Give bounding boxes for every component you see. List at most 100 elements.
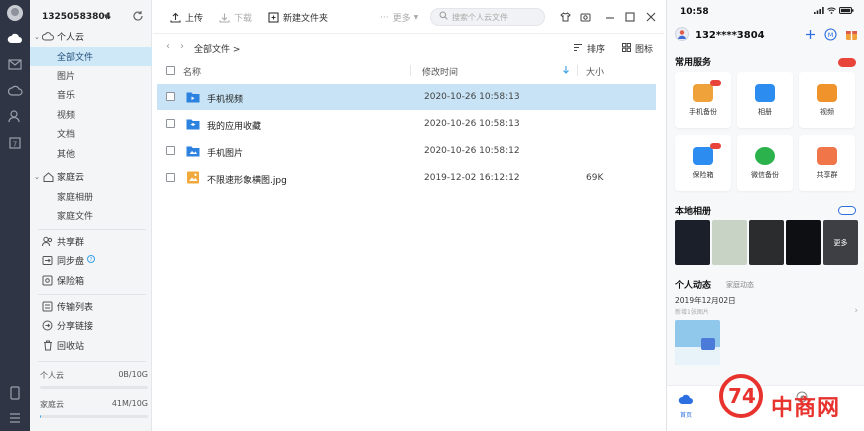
album-pill[interactable]	[838, 206, 856, 215]
album-more-tile[interactable]: 更多	[823, 220, 858, 265]
breadcrumb[interactable]: 全部文件 >	[194, 42, 240, 55]
sort-button[interactable]: 排序	[573, 42, 605, 55]
sidebar-item-pictures[interactable]: 图片	[30, 66, 152, 85]
service-album[interactable]: 相册	[737, 72, 793, 128]
activity-caption: 新增1张图片	[675, 309, 709, 316]
divider	[38, 361, 146, 362]
skin-icon[interactable]	[559, 10, 572, 23]
phone-time: 10:58	[680, 7, 709, 17]
safebox-icon	[42, 275, 53, 286]
gift-icon[interactable]	[845, 28, 858, 44]
upload-button[interactable]: 上传	[170, 11, 203, 24]
service-phone-backup[interactable]: 手机备份	[675, 72, 731, 128]
add-icon[interactable]	[805, 29, 816, 43]
sort-desc-icon[interactable]	[562, 65, 570, 77]
sidebar-item-documents[interactable]: 文档	[30, 124, 152, 143]
sidebar-item-safebox[interactable]: 保险箱	[30, 271, 152, 290]
row-checkbox[interactable]	[166, 146, 175, 155]
home-icon	[42, 171, 54, 183]
row-checkbox[interactable]	[166, 92, 175, 101]
service-shared-group[interactable]: 共享群	[799, 135, 855, 191]
vip-icon[interactable]: M	[824, 28, 837, 44]
contacts-icon[interactable]	[7, 108, 23, 124]
services-title: 常用服务	[675, 58, 712, 68]
personal-cloud-label: 个人云	[57, 33, 85, 43]
sidebar-item-other[interactable]: 其他	[30, 144, 152, 163]
new-folder-button[interactable]: 新建文件夹	[268, 11, 328, 24]
folder-sidebar: 13250583804 ▼ ⌄ 个人云 全部文件 图片 音乐 视频 文档 其他 …	[30, 0, 152, 431]
transfer-icon	[42, 301, 53, 312]
activity-title[interactable]: 个人动态	[675, 278, 711, 291]
activity-thumbnail[interactable]	[675, 320, 720, 365]
album-photo[interactable]	[712, 220, 747, 265]
row-checkbox[interactable]	[166, 173, 175, 182]
sidebar-item-recycle-bin[interactable]: 回收站	[30, 336, 152, 355]
column-name[interactable]: 名称	[183, 65, 201, 78]
calendar-icon[interactable]: 7	[7, 134, 23, 150]
back-icon[interactable]: ‹	[166, 41, 170, 52]
sidebar-item-shared-group[interactable]: 共享群	[30, 232, 152, 251]
search-icon	[439, 11, 448, 23]
cloud-icon[interactable]	[7, 30, 23, 46]
mail-icon[interactable]	[7, 56, 23, 72]
personal-cloud-group[interactable]: ⌄ 个人云	[30, 27, 152, 46]
file-name: 手机视频	[207, 95, 244, 105]
close-icon[interactable]	[644, 10, 657, 23]
service-wechat-backup[interactable]: 微信备份	[737, 135, 793, 191]
phone-icon[interactable]	[7, 385, 23, 401]
menu-icon[interactable]	[7, 410, 23, 426]
forward-icon[interactable]: ›	[180, 41, 184, 52]
trash-icon	[42, 340, 53, 351]
screenshot-icon[interactable]	[579, 10, 592, 23]
chevron-right-icon[interactable]: ›	[854, 306, 858, 316]
sidebar-item-videos[interactable]: 视频	[30, 105, 152, 124]
column-divider[interactable]	[410, 65, 411, 76]
album-more-label: 更多	[833, 239, 848, 247]
column-divider[interactable]	[577, 65, 578, 76]
search-input[interactable]	[452, 12, 542, 22]
file-modified: 2020-10-26 10:58:13	[424, 119, 520, 129]
search-box[interactable]	[430, 8, 545, 26]
chevron-down-icon[interactable]: ▼	[104, 13, 109, 21]
cloud-icon	[42, 31, 54, 43]
service-video[interactable]: 视频	[799, 72, 855, 128]
sidebar-item-family-album[interactable]: 家庭相册	[30, 187, 152, 206]
avatar[interactable]	[7, 5, 23, 21]
table-row[interactable]: 我的应用收藏 2020-10-26 10:58:13	[157, 111, 656, 137]
svg-text:M: M	[828, 31, 834, 39]
table-row[interactable]: 手机图片 2020-10-26 10:58:12	[157, 138, 656, 164]
tab-home[interactable]: 首页	[675, 393, 697, 419]
column-size[interactable]: 大小	[586, 65, 604, 78]
row-checkbox[interactable]	[166, 119, 175, 128]
sidebar-item-all-files[interactable]: 全部文件	[30, 47, 152, 66]
family-cloud-group[interactable]: ⌄ 家庭云	[30, 167, 152, 186]
sidebar-item-family-files[interactable]: 家庭文件	[30, 206, 152, 225]
sidebar-item-music[interactable]: 音乐	[30, 85, 152, 104]
table-row[interactable]: 手机视频 2020-10-26 10:58:13	[157, 84, 656, 110]
album-photo[interactable]	[786, 220, 821, 265]
wechat-icon	[755, 147, 775, 165]
image-file-icon	[186, 171, 200, 184]
icon-view-button[interactable]: 图标	[622, 42, 653, 55]
album-photo[interactable]	[675, 220, 710, 265]
sidebar-item-sync-drive[interactable]: 同步盘 ?	[30, 251, 152, 270]
column-modified[interactable]: 修改时间	[422, 65, 458, 78]
sidebar-item-share-links[interactable]: 分享链接	[30, 316, 152, 335]
phone-user[interactable]: 132****3804	[675, 27, 765, 44]
select-all-checkbox[interactable]	[166, 66, 175, 75]
chevron-down-icon: ⌄	[34, 172, 40, 181]
table-row[interactable]: 不限速形象横图.jpg 2019-12-02 16:12:12 69K	[157, 165, 656, 191]
minimize-icon[interactable]	[603, 10, 616, 23]
album-photo[interactable]	[749, 220, 784, 265]
more-button[interactable]: ··· 更多 ▼	[380, 11, 418, 25]
cloud-sync-icon[interactable]	[7, 82, 23, 98]
refresh-icon[interactable]	[132, 10, 144, 22]
activity-family-tab[interactable]: 家庭动态	[726, 280, 754, 290]
maximize-icon[interactable]	[623, 10, 636, 23]
service-safebox[interactable]: 保险箱	[675, 135, 731, 191]
download-button[interactable]: 下载	[219, 11, 252, 24]
sidebar-item-transfer-list[interactable]: 传输列表	[30, 297, 152, 316]
account-name[interactable]: 13250583804	[42, 12, 111, 22]
quota-value: 0B/10G	[118, 370, 148, 379]
help-icon[interactable]: ?	[87, 255, 96, 266]
